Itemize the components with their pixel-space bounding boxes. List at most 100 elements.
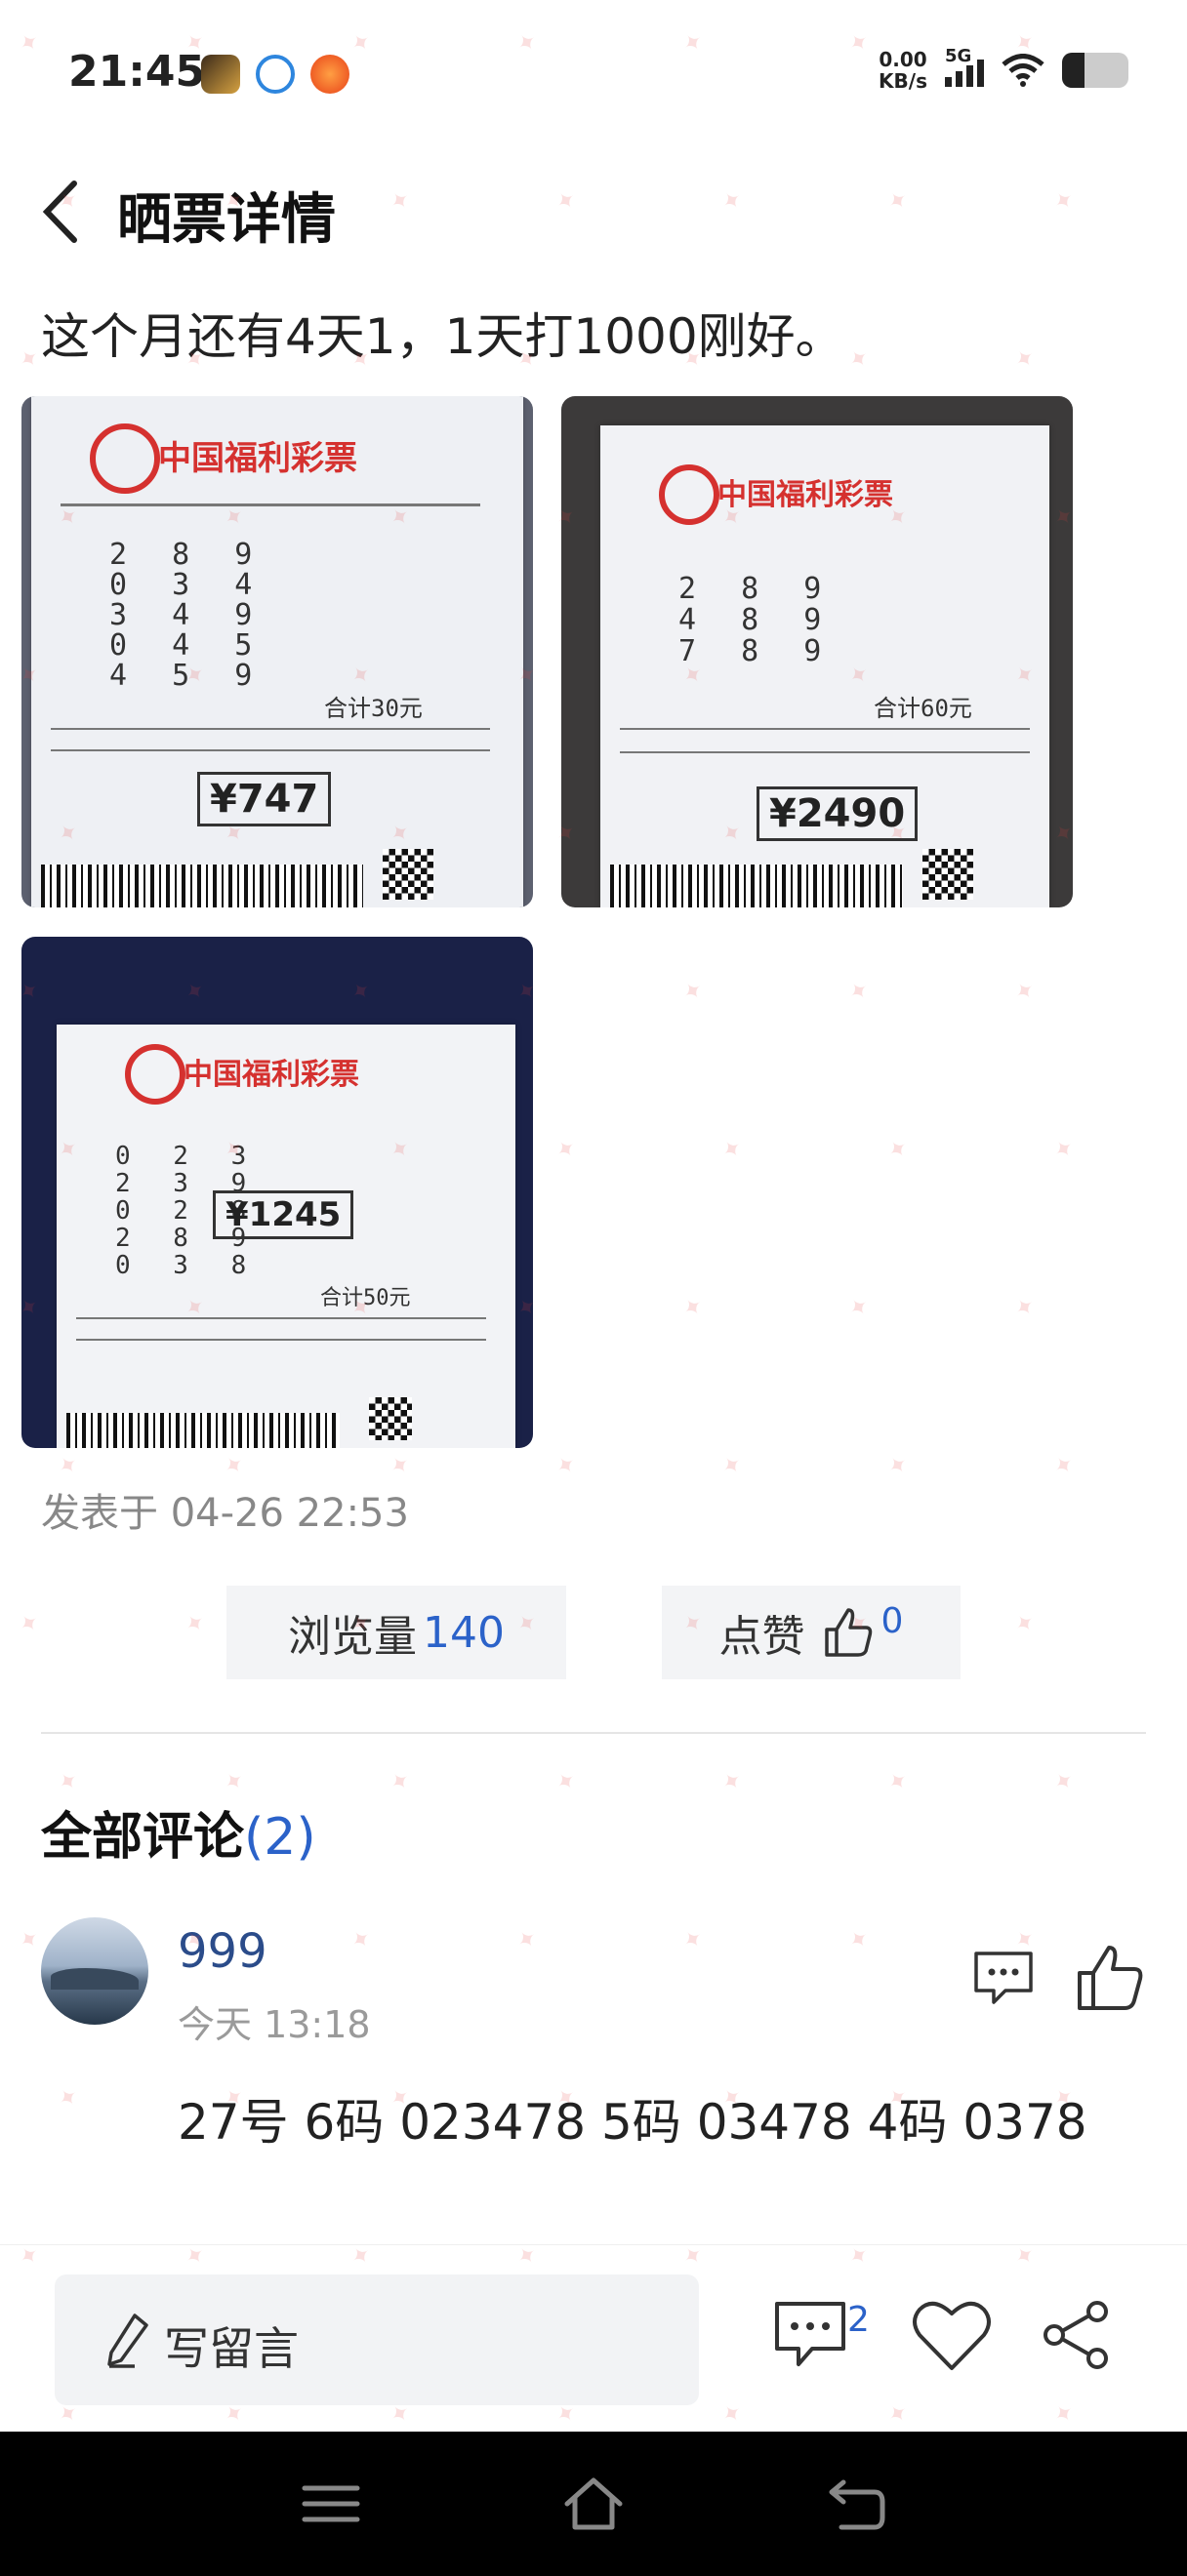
lottery-logo-icon [659,464,719,525]
watermark-mark: ✦ [716,1764,749,1799]
comment-author[interactable]: 999 [178,1924,267,1979]
comments-title-label: 全部评论 [41,1808,245,1867]
watermark-mark: ✦ [676,974,710,1009]
lottery-logo-icon [125,1044,185,1105]
watermark-mark: ✦ [52,2080,85,2115]
write-comment-input[interactable]: 写留言 [55,2274,699,2405]
net-speed-unit: KB/s [879,69,927,93]
watermark-mark: ✦ [842,342,876,377]
like-button[interactable]: 点赞 0 [662,1586,961,1679]
watermark-mark: ✦ [881,1764,915,1799]
watermark-mark: ✦ [511,1922,544,1957]
system-nav-bar [0,2432,1187,2576]
posted-time: 发表于 04-26 22:53 [41,1481,409,1538]
watermark-mark: ✦ [1047,1132,1081,1167]
status-indicators: 0.00 KB/s 5G [879,46,1128,92]
browser-app-icon [256,55,295,94]
ticket-number-row: 3 4 9 [109,598,266,632]
ticket-number-row: 0 3 8 [115,1251,261,1280]
ticket-paper: 中国福利彩票 2 8 9 4 8 9 7 8 9 合计60元 ¥2490 [600,425,1049,907]
watermark-mark: ✦ [13,1606,46,1641]
views-stat: 浏览量 140 [226,1586,566,1679]
thumbs-up-icon[interactable] [1074,1942,1146,2014]
ticket-number-row: 4 8 9 [678,603,836,637]
menu-icon[interactable] [299,2475,363,2533]
net-speed-value: 0.00 [879,48,927,71]
page-header: 晒票详情 [0,156,1187,263]
watermark-mark: ✦ [384,1448,417,1483]
watermark-mark: ✦ [550,1764,583,1799]
home-icon[interactable] [561,2475,626,2533]
watermark-mark: ✦ [13,1922,46,1957]
views-count: 140 [423,1607,505,1658]
ticket-brand: 中国福利彩票 [717,478,893,512]
ticket-photo[interactable]: 中国福利彩票 2 8 9 4 8 9 7 8 9 合计60元 ¥2490 [561,396,1073,907]
ticket-number-row: 7 8 9 [678,634,836,668]
comments-title: 全部评论(2) [41,1795,316,1869]
watermark-mark: ✦ [676,1290,710,1325]
watermark-mark: ✦ [384,1764,417,1799]
page-title: 晒票详情 [117,188,336,252]
thumbs-up-icon [824,1608,872,1657]
watermark-mark: ✦ [676,1922,710,1957]
prize-stamp: ¥2490 [757,786,919,841]
views-label: 浏览量 [288,1612,417,1662]
comment-bubble-icon[interactable] [972,1950,1035,2006]
watermark-mark: ✦ [881,1448,915,1483]
watermark-mark: ✦ [1008,1290,1042,1325]
write-comment-label: 写留言 [164,2322,299,2375]
heart-icon[interactable] [910,2296,994,2374]
notification-icons [201,55,349,94]
divider [41,1732,1146,1734]
wifi-icon [1002,54,1044,87]
ticket-total: 合计60元 [874,695,972,722]
status-bar: 21:45 0.00 KB/s 5G [0,0,1187,146]
watermark-mark: ✦ [716,1132,749,1167]
back-arrow-icon[interactable] [37,178,88,246]
watermark-mark: ✦ [1008,1606,1042,1641]
signal-label: 5G [945,46,972,66]
comment-time: 今天 13:18 [178,2003,371,2046]
watermark-mark: ✦ [179,1606,212,1641]
ticket-number-row: 4 5 9 [109,659,266,693]
ticket-paper: 中国福利彩票 0 2 3 2 3 9 0 2 8 2 8 9 0 3 8 ¥12… [57,1025,515,1448]
lottery-logo-icon [90,423,160,494]
posted-time-value: 04-26 22:53 [170,1491,409,1536]
comment-text: 27号 6码 023478 5码 03478 4码 0378 [178,2094,1087,2151]
watermark-mark: ✦ [716,1448,749,1483]
avatar[interactable] [41,1917,148,2025]
watermark-mark: ✦ [550,1448,583,1483]
post-text: 这个月还有4天1，1天打1000刚好。 [41,308,844,365]
return-icon[interactable] [824,2475,888,2533]
watermark-mark: ✦ [881,1132,915,1167]
watermark-mark: ✦ [842,1922,876,1957]
ticket-number-row: 0 2 3 [115,1142,261,1171]
net-speed: 0.00 KB/s [879,49,927,92]
watermark-mark: ✦ [52,1764,85,1799]
comment-count-badge: 2 [847,2300,870,2340]
watermark-mark: ✦ [1047,1448,1081,1483]
watermark-mark: ✦ [550,1132,583,1167]
watermark-mark: ✦ [345,1922,378,1957]
lottery-app-icon [310,55,349,94]
share-icon[interactable] [1041,2298,1113,2372]
ticket-number-row: 2 8 9 [678,572,836,606]
ticket-paper: 中国福利彩票 2 8 9 0 3 4 3 4 9 0 4 5 4 5 9 合计3… [31,396,523,907]
watermark-mark: ✦ [218,1764,251,1799]
likes-label: 点赞 [718,1612,805,1662]
ticket-photo[interactable]: 中国福利彩票 0 2 3 2 3 9 0 2 8 2 8 9 0 3 8 ¥12… [21,937,533,1448]
bottom-action-bar: 写留言 2 [0,2244,1187,2431]
game-app-icon [201,55,240,94]
cell-signal-icon: 5G [945,46,984,87]
ticket-photo[interactable]: 中国福利彩票 2 8 9 0 3 4 3 4 9 0 4 5 4 5 9 合计3… [21,396,533,907]
prize-stamp: ¥747 [197,772,332,826]
likes-count: 0 [880,1601,904,1641]
watermark-mark: ✦ [1047,1764,1081,1799]
ticket-brand: 中国福利彩票 [184,1058,359,1092]
comment-bubble-icon[interactable] [773,2300,847,2370]
ticket-total: 合计30元 [324,695,423,722]
watermark-mark: ✦ [842,1290,876,1325]
watermark-mark: ✦ [1008,342,1042,377]
pen-icon [107,2314,148,2368]
status-time: 21:45 [68,47,206,97]
